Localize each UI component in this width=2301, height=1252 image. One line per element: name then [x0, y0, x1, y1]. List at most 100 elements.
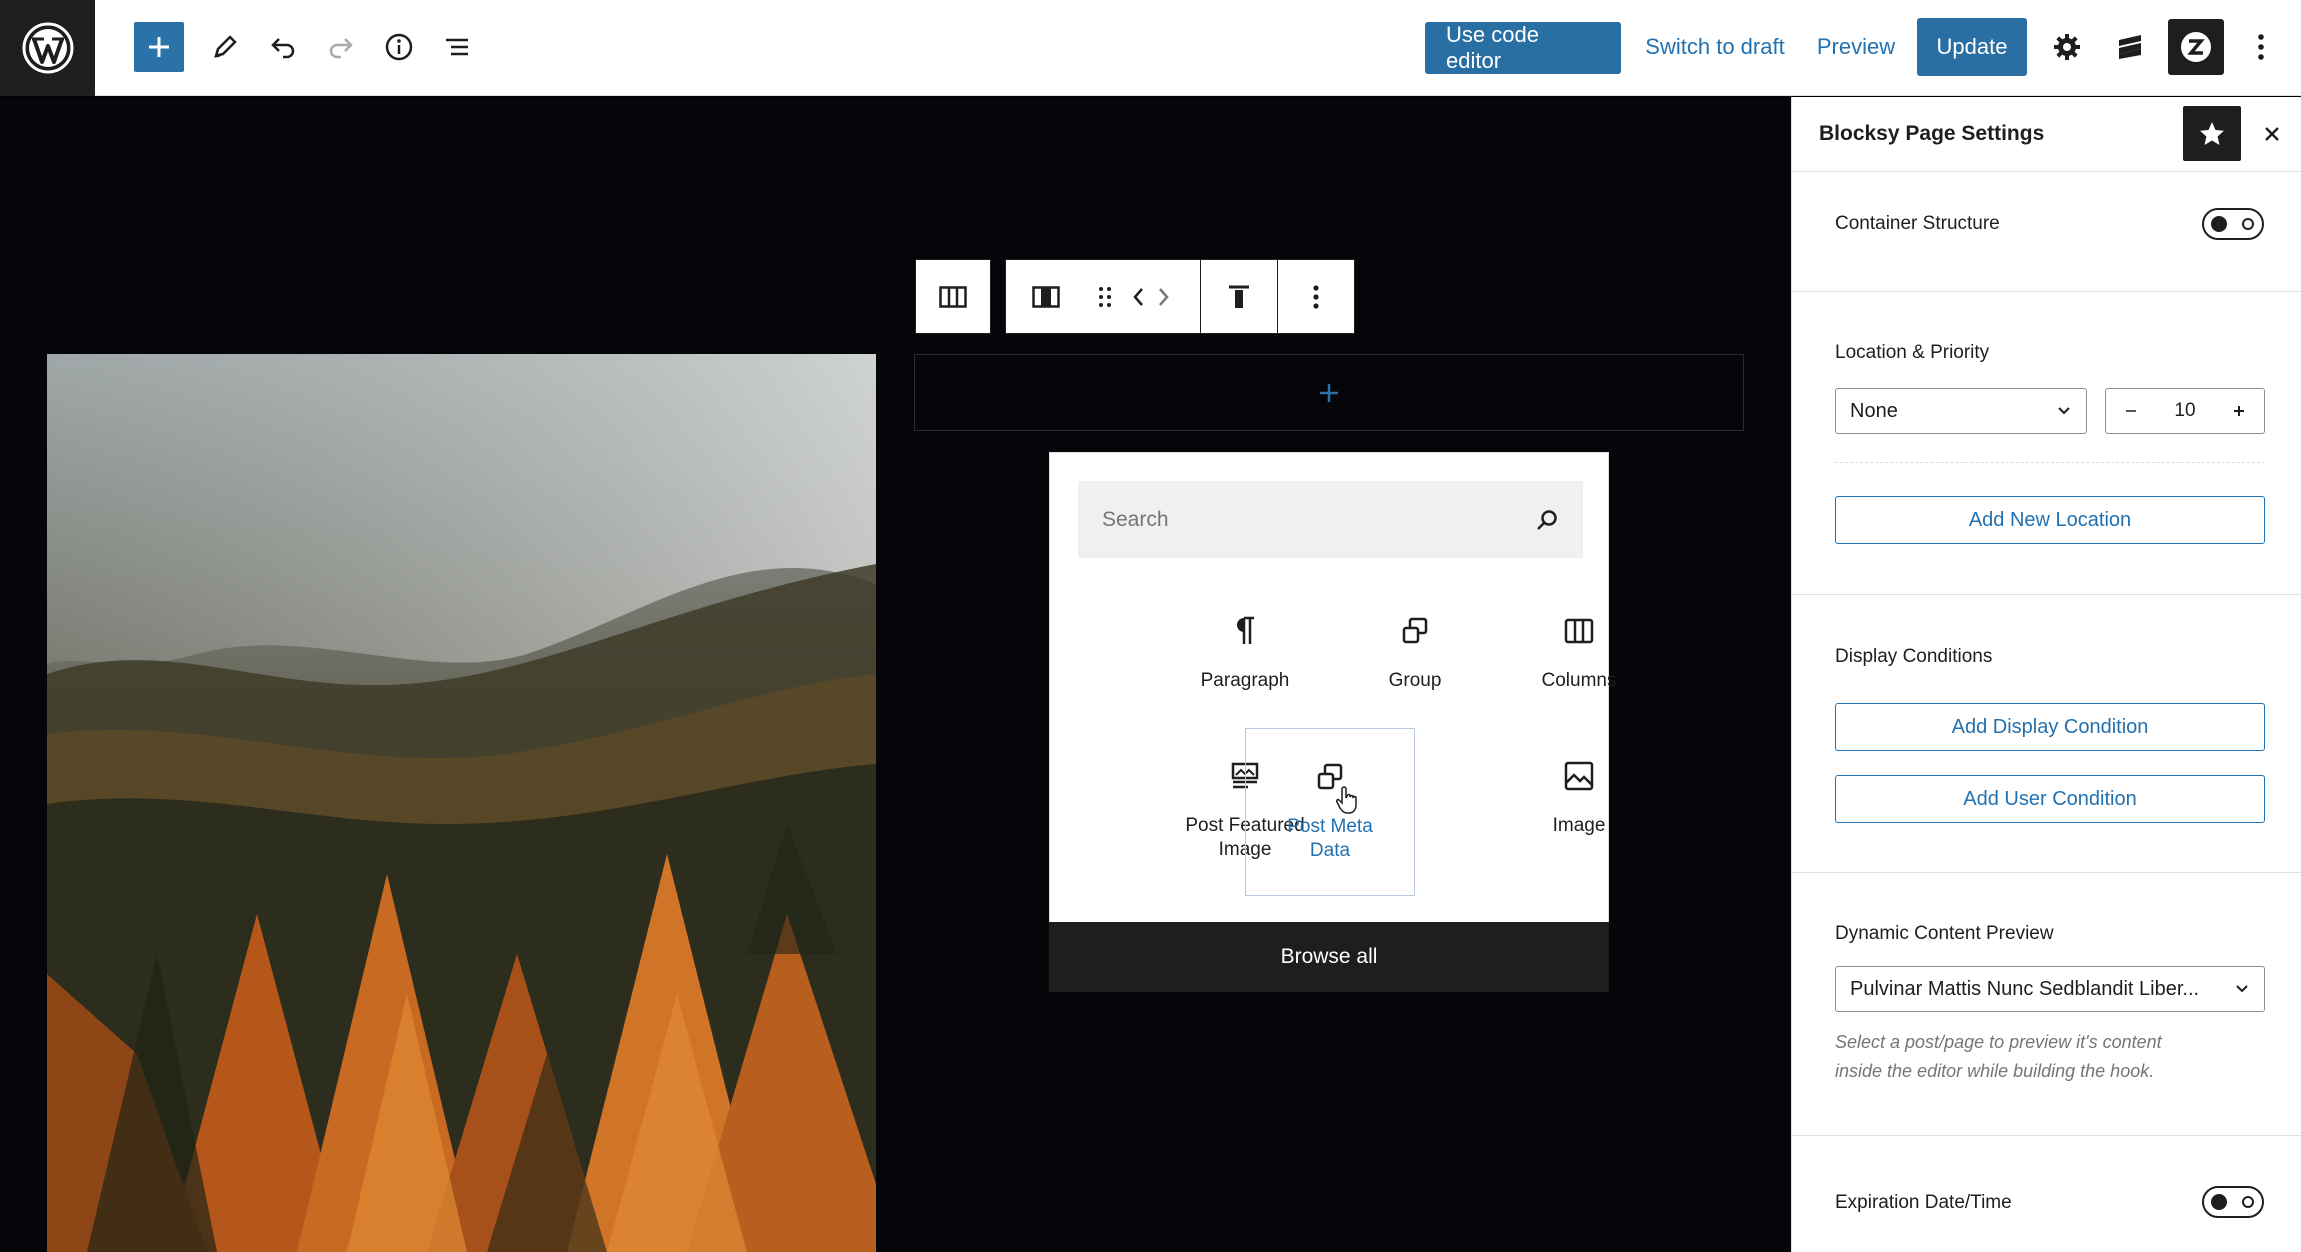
section-divider — [1835, 462, 2265, 463]
sidebar-header: Blocksy Page Settings — [1792, 97, 2301, 172]
redo-icon — [329, 38, 353, 59]
expiration-label: Expiration Date/Time — [1835, 1192, 2012, 1213]
star-icon — [2200, 121, 2224, 145]
update-button[interactable]: Update — [1917, 18, 2027, 76]
add-user-condition-button[interactable]: Add User Condition — [1835, 775, 2265, 823]
drag-handle-icon — [1099, 286, 1112, 307]
plus-icon — [1320, 383, 1338, 402]
parent-block-selector[interactable] — [915, 259, 991, 334]
dynamic-preview-help: Select a post/page to preview it's conte… — [1835, 1032, 2162, 1081]
quick-inserter: Search Paragraph Group Columns Post Feat… — [1049, 452, 1616, 992]
block-label-line1: Post Meta — [1287, 816, 1373, 837]
drag-handle[interactable] — [1086, 260, 1126, 333]
block-paragraph[interactable]: Paragraph — [1160, 613, 1330, 693]
container-structure-section: Container Structure — [1792, 172, 2301, 292]
editor-header: Use code editor Switch to draft Preview … — [0, 0, 2301, 96]
block-label: Group — [1388, 670, 1442, 691]
pin-button[interactable] — [2183, 106, 2241, 161]
block-inserter-toggle[interactable] — [134, 22, 184, 72]
close-sidebar-button[interactable] — [2255, 117, 2289, 151]
expiration-toggle[interactable] — [2202, 1186, 2264, 1218]
add-display-condition-button[interactable]: Add Display Condition — [1835, 703, 2265, 751]
info-icon — [385, 33, 413, 61]
plus-icon — [149, 37, 169, 57]
undo-icon — [271, 38, 295, 59]
block-label-line2: Data — [1309, 840, 1351, 861]
location-priority-label: Location & Priority — [1835, 342, 1990, 363]
block-label: Paragraph — [1200, 670, 1290, 691]
wordpress-logo[interactable] — [0, 0, 95, 96]
list-view-icon — [446, 38, 468, 56]
block-label: Image — [1552, 815, 1606, 836]
options-button[interactable] — [2246, 22, 2276, 72]
plugin-sidebar-button[interactable] — [2168, 19, 2224, 75]
wordpress-logo-icon — [22, 22, 73, 74]
search-icon — [1537, 509, 1557, 530]
close-icon — [2265, 127, 2279, 141]
blocksy-button[interactable] — [2105, 22, 2155, 72]
undo-button[interactable] — [258, 22, 308, 72]
display-conditions-section: Display Conditions Add Display Condition… — [1792, 595, 2301, 873]
block-search-input[interactable]: Search — [1078, 481, 1583, 558]
container-structure-toggle[interactable] — [2202, 208, 2264, 240]
columns-icon — [939, 285, 967, 308]
plugin-icon — [2181, 32, 2211, 62]
priority-value[interactable]: 10 — [2155, 400, 2214, 422]
switch-to-draft-button[interactable]: Switch to draft — [1640, 22, 1790, 72]
add-new-location-button[interactable]: Add New Location — [1835, 496, 2265, 544]
dynamic-preview-section: Dynamic Content Preview Pulvinar Mattis … — [1792, 873, 2301, 1136]
block-group[interactable]: Group — [1330, 613, 1500, 693]
dynamic-preview-select[interactable]: Pulvinar Mattis Nunc Sedblandit Liber... — [1835, 966, 2265, 1012]
pencil-icon — [214, 35, 237, 58]
preview-button[interactable]: Preview — [1808, 22, 1904, 72]
gear-icon — [2054, 34, 2080, 60]
block-columns[interactable]: Columns — [1494, 613, 1664, 693]
blocksy-settings-sidebar: Blocksy Page Settings Container Structur… — [1791, 97, 2301, 1252]
increment-button[interactable] — [2215, 404, 2264, 418]
location-select[interactable]: None — [1835, 388, 2087, 434]
display-conditions-label: Display Conditions — [1835, 646, 1993, 667]
browse-all-button[interactable]: Browse all — [1049, 922, 1609, 992]
blocksy-icon — [2119, 35, 2141, 59]
minus-icon — [2125, 410, 2136, 412]
plus-icon — [2234, 406, 2245, 416]
more-vertical-icon — [1313, 284, 1319, 309]
use-code-editor-button[interactable]: Use code editor — [1425, 22, 1621, 74]
move-left-button[interactable] — [1125, 260, 1151, 333]
block-appender[interactable] — [914, 354, 1744, 431]
details-button[interactable] — [374, 22, 424, 72]
block-toolbar — [1005, 259, 1355, 334]
vertical-align-button[interactable] — [1201, 260, 1279, 333]
chevron-down-icon — [2236, 985, 2248, 993]
group-icon — [1402, 617, 1428, 644]
dynamic-preview-label: Dynamic Content Preview — [1835, 923, 2054, 944]
container-structure-label: Container Structure — [1835, 213, 2000, 234]
move-right-button[interactable] — [1151, 260, 1177, 333]
decrement-button[interactable] — [2106, 404, 2155, 418]
hand-cursor-icon — [1336, 786, 1357, 814]
chevron-down-icon — [2058, 407, 2070, 415]
toolbar-divider — [1177, 260, 1201, 333]
chevron-right-icon — [1159, 287, 1169, 306]
more-vertical-icon — [2258, 34, 2264, 60]
block-type-button[interactable] — [1006, 260, 1086, 333]
settings-button[interactable] — [2042, 22, 2092, 72]
expiration-section: Expiration Date/Time — [1792, 1136, 2301, 1252]
paragraph-icon — [1237, 616, 1254, 644]
image-icon — [1564, 761, 1594, 791]
mountain-forest-image — [47, 354, 876, 1252]
block-post-meta-data[interactable]: Post Meta Data — [1245, 728, 1415, 896]
block-options-button[interactable] — [1278, 260, 1354, 333]
priority-stepper[interactable]: 10 — [2105, 388, 2265, 434]
location-select-value: None — [1850, 399, 1898, 422]
tools-button[interactable] — [200, 22, 250, 72]
redo-button[interactable] — [316, 22, 366, 72]
columns-icon — [1564, 618, 1594, 644]
sidebar-title: Blocksy Page Settings — [1819, 122, 2045, 145]
search-placeholder: Search — [1102, 507, 1169, 531]
column-icon — [1032, 285, 1060, 308]
block-image[interactable]: Image — [1494, 758, 1664, 838]
list-view-button[interactable] — [432, 22, 482, 72]
landscape-image[interactable] — [47, 354, 876, 1252]
align-top-icon — [1229, 285, 1250, 308]
